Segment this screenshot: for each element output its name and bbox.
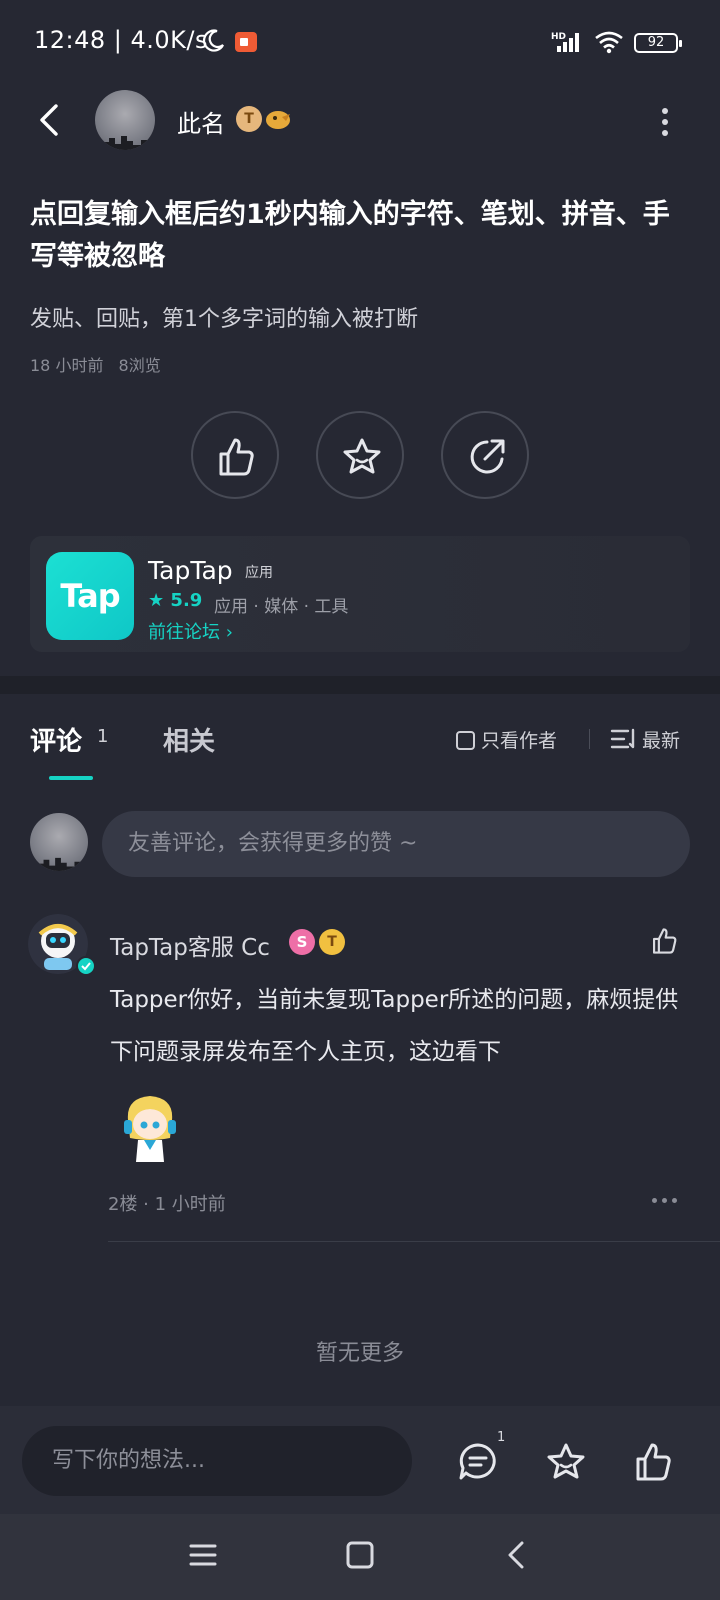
divider [589, 729, 590, 749]
sort-label: 最新 [642, 730, 681, 752]
like-button[interactable] [191, 411, 279, 499]
back-nav-button[interactable] [502, 1540, 532, 1574]
network-speed: 4.0K/s [130, 26, 209, 54]
wifi-icon [594, 30, 624, 58]
square-icon [346, 1541, 374, 1569]
comment-more-button[interactable] [652, 1196, 682, 1206]
author-avatar[interactable] [95, 90, 155, 150]
forum-link-label: 前往论坛 [148, 622, 220, 643]
divider [108, 1241, 720, 1242]
level-badge: T [319, 929, 345, 955]
moon-icon [202, 29, 224, 52]
screen-record-icon [235, 32, 257, 52]
my-avatar [30, 813, 88, 871]
author-name[interactable]: 此名 [177, 104, 225, 139]
battery-indicator: 92 [634, 33, 682, 53]
no-more-text: 暂无更多 [315, 1341, 404, 1366]
post-body: 发贴、回贴，第1个多字词的输入被打断 [30, 307, 418, 332]
reply-input[interactable]: 写下你的想法... [22, 1426, 412, 1496]
sort-button[interactable]: 最新 [610, 726, 680, 753]
thumbs-up-icon [653, 928, 677, 954]
dot-icon [662, 108, 668, 114]
dot-icon [672, 1198, 677, 1203]
dot-icon [652, 1198, 657, 1203]
signal-icon: HD [551, 30, 585, 58]
clock: 12:48 [34, 26, 106, 54]
comment-input[interactable]: 友善评论，会获得更多的赞 ~ [102, 811, 690, 877]
rating-value: 5.9 [170, 590, 203, 611]
comment-time: 1 小时前 [154, 1194, 226, 1215]
app-categories: 应用 · 媒体 · 工具 [214, 597, 349, 617]
post-time: 18 小时前 [30, 356, 104, 375]
commenter-name[interactable]: TapTap客服 Cc [110, 928, 270, 962]
comment-bubble-icon [459, 1443, 496, 1480]
active-tab-indicator [49, 776, 93, 780]
favorite-button[interactable] [316, 411, 404, 499]
thumbs-up-icon [219, 438, 254, 476]
dot-icon [662, 119, 668, 125]
comment-count: 1 [97, 726, 109, 747]
chevron-left-icon [508, 1541, 524, 1569]
post-meta: 18 小时前 8浏览 [30, 352, 171, 376]
star-icon [343, 438, 381, 474]
dot-icon [662, 130, 668, 136]
menu-icon [189, 1544, 217, 1566]
thumbs-up-icon [636, 1443, 671, 1481]
dot-icon [662, 1198, 667, 1203]
back-button[interactable] [30, 98, 70, 142]
sticker-image[interactable] [118, 1090, 182, 1168]
star-filled-icon: ★ [148, 590, 165, 611]
comments-count-badge: 1 [497, 1430, 506, 1445]
verified-badge-icon [76, 956, 96, 976]
comment-meta: 2楼 · 1 小时前 [108, 1194, 226, 1215]
section-divider [0, 676, 720, 694]
post-title: 点回复输入框后约1秒内输入的字符、笔划、拼音、手写等被忽略 [30, 199, 670, 272]
like-button-bottom[interactable] [632, 1440, 676, 1488]
tab-related[interactable]: 相关 [163, 721, 215, 758]
comments-button[interactable] [456, 1440, 500, 1488]
hd-label: HD [551, 32, 566, 42]
author-only-toggle[interactable]: 只看作者 [456, 726, 557, 753]
chevron-left-icon [40, 104, 58, 136]
author-only-label: 只看作者 [481, 730, 558, 752]
status-time: 12:48 | 4.0K/s [34, 26, 209, 54]
share-button[interactable] [441, 411, 529, 499]
favorite-button-bottom[interactable] [544, 1440, 588, 1488]
bird-badge-icon [266, 111, 290, 129]
comment-like-button[interactable] [650, 926, 680, 960]
home-nav-button[interactable] [345, 1540, 375, 1574]
go-to-forum-link[interactable]: 前往论坛 › [148, 618, 233, 644]
level-badge: T [236, 106, 262, 132]
app-rating: ★ 5.9 [148, 590, 202, 611]
app-icon[interactable]: Tap [46, 552, 134, 640]
app-name[interactable]: TapTap [148, 556, 233, 585]
chevron-right-icon: › [225, 622, 233, 643]
star-icon [547, 1443, 585, 1479]
tab-comments[interactable]: 评论 [30, 721, 82, 758]
app-type-tag: 应用 [245, 565, 273, 581]
comment-text: Tapper你好，当前未复现Tapper所述的问题，麻烦提供下问题录屏发布至个人… [110, 987, 679, 1065]
s-badge: S [289, 929, 315, 955]
menu-nav-button[interactable] [188, 1540, 218, 1574]
more-options-button[interactable] [650, 104, 680, 140]
post-views: 8浏览 [118, 356, 161, 375]
comment-floor: 2楼 [108, 1194, 138, 1215]
checkbox-icon [456, 731, 475, 750]
sort-icon [610, 728, 635, 749]
share-icon [470, 439, 505, 474]
